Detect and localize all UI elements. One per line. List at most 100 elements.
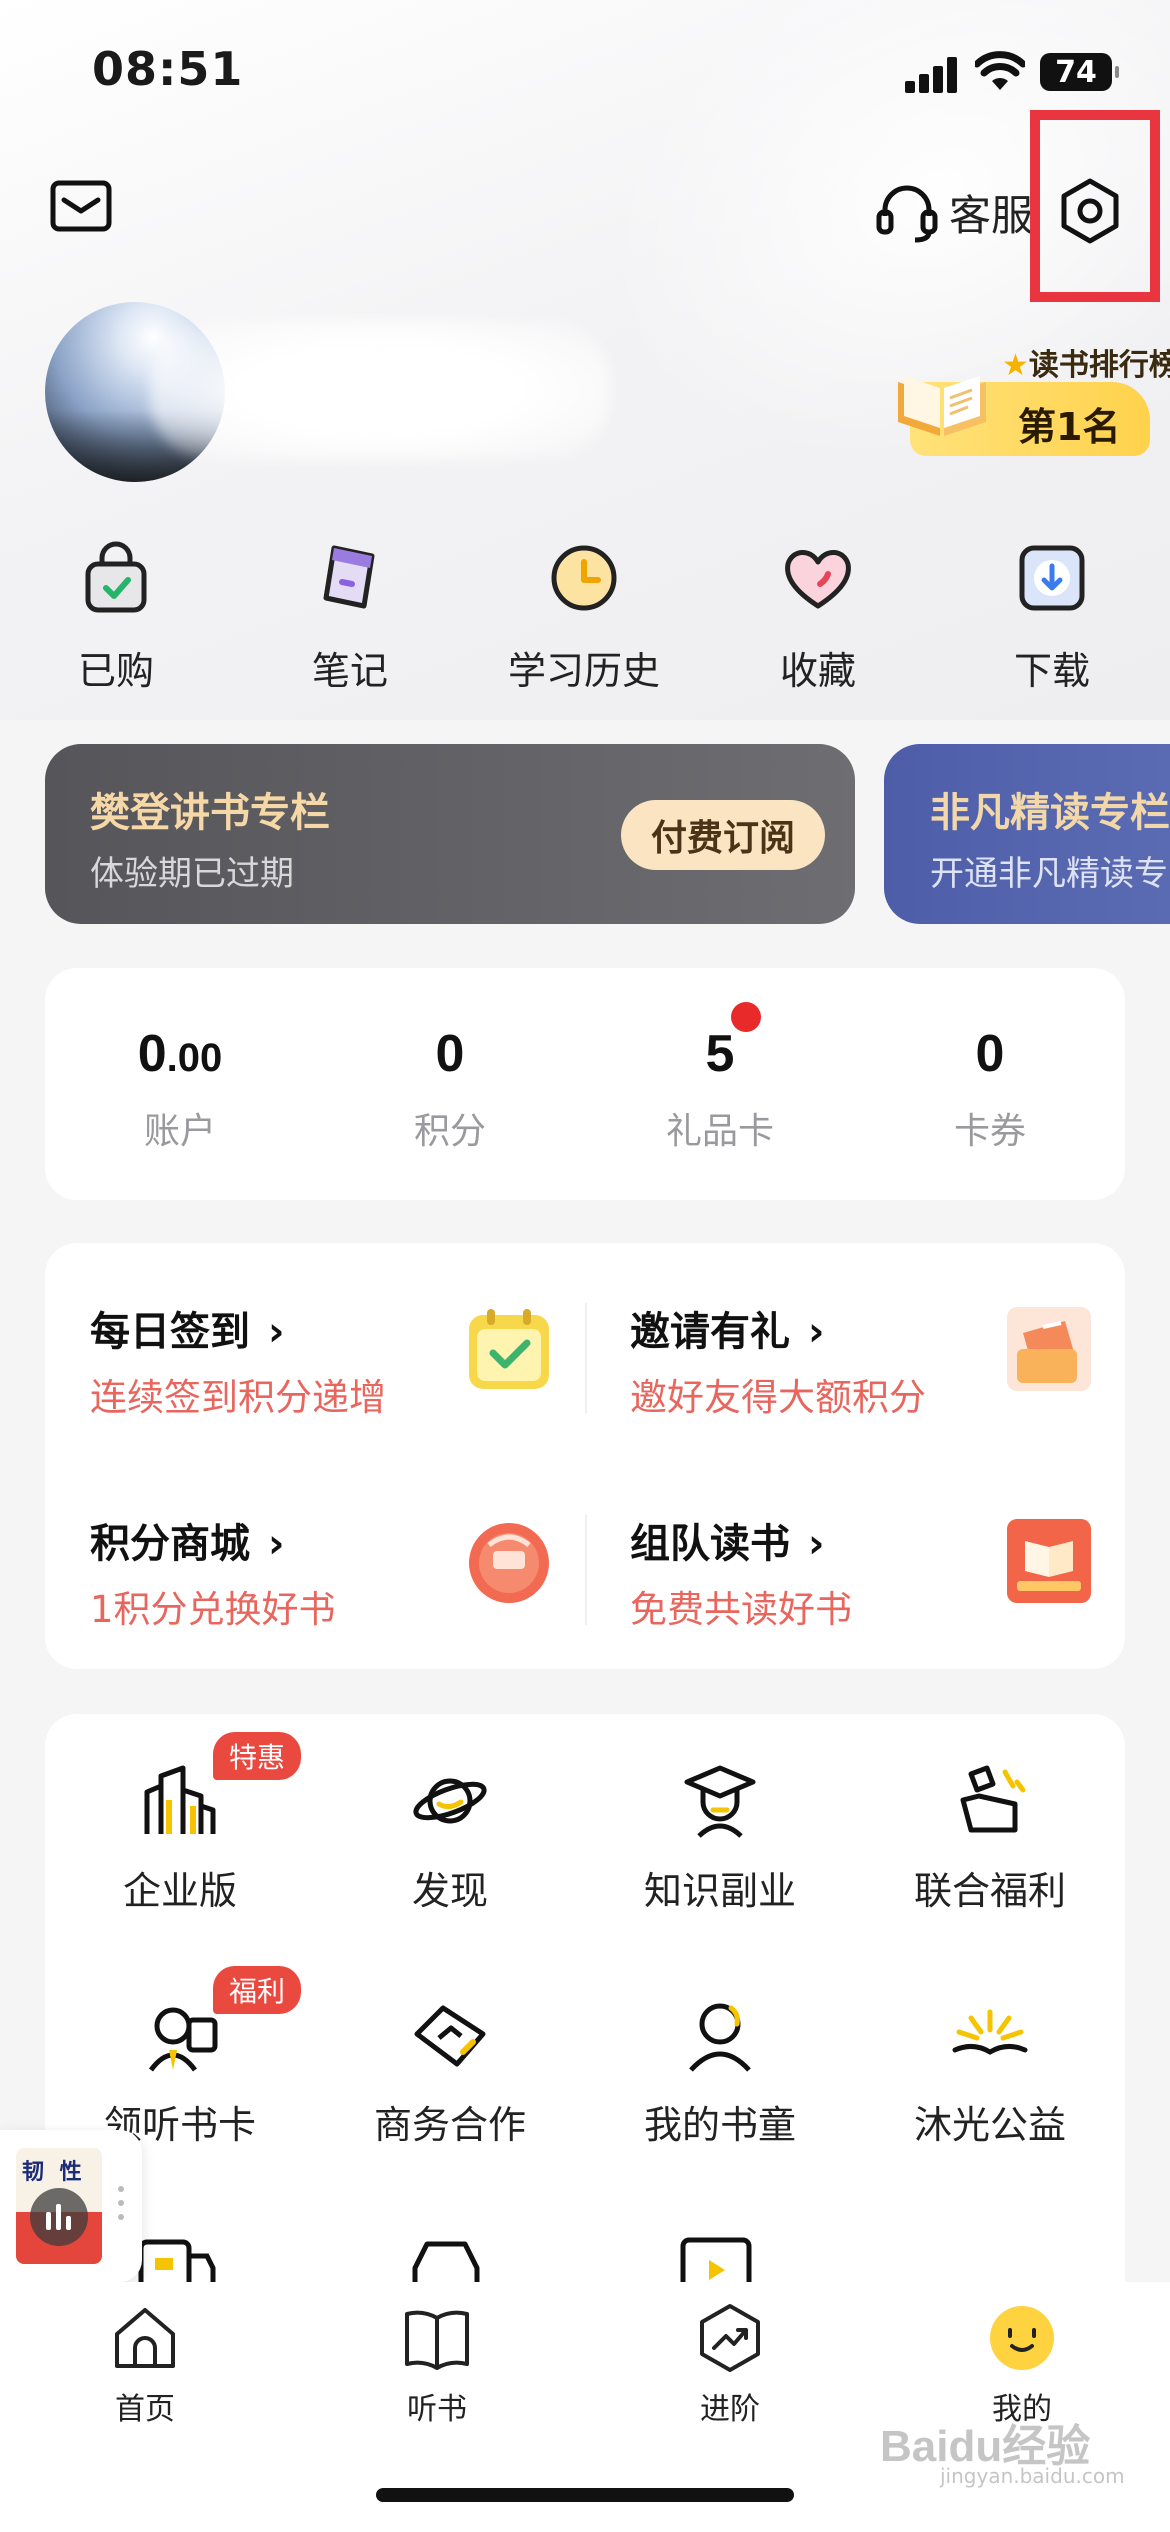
service-enterprise[interactable]: 企业版 特惠 [45,1732,315,1915]
task-title-text: 每日签到 [90,1309,250,1355]
promo-badge: 特惠 [213,1732,302,1780]
service-knowledge-sidejob[interactable]: 知识副业 [585,1760,855,1915]
username-redacted [150,320,610,460]
book-icon [405,2310,469,2370]
hand-card-icon [960,1765,1026,1833]
service-business[interactable]: 商务合作 [315,1994,585,2149]
calendar-check-icon [469,1309,549,1389]
quick-item-label: 笔记 [311,649,388,693]
mini-player-cover[interactable]: 韧 性 [16,2148,102,2264]
stat-label: 卡券 [953,1111,1026,1152]
service-claim-card[interactable]: 领听书卡 福利 [45,1966,315,2149]
account-stats-card: 0.00 账户 0 积分 5 礼品卡 0 卡券 [45,968,1125,1200]
tab-label: 进阶 [700,2392,760,2427]
subscribe-button[interactable]: 付费订阅 [620,800,825,870]
column-card-fandeng[interactable]: 樊登讲书专栏 体验期已过期 付费订阅 [45,744,855,924]
notification-dot [731,1002,761,1032]
task-title-text: 积分商城 [90,1521,250,1567]
task-subtitle: 1积分兑换好书 [90,1588,336,1631]
companion-icon [689,2003,751,2072]
shopping-bag-icon [85,541,147,613]
task-team-reading[interactable]: 组队读书 › 免费共读好书 [585,1455,1105,1635]
task-subtitle: 邀好友得大额积分 [630,1376,926,1419]
stat-label: 礼品卡 [665,1111,774,1152]
tab-label: 首页 [115,2392,175,2427]
heart-icon [785,550,851,609]
quick-item-label: 收藏 [779,649,856,693]
chevron-right-icon: › [268,1521,285,1567]
watermark-url: jingyan.baidu.com [940,2464,1125,2488]
handshake-icon [414,2005,486,2067]
tab-advance[interactable]: 进阶 [630,2302,830,2428]
sunrise-book-icon [952,2009,1028,2055]
stat-gift-cards[interactable]: 5 礼品卡 [585,1024,855,1154]
column-subtitle: 体验期已过期 [90,854,294,894]
column-title: 樊登讲书专栏 [90,790,330,836]
trend-hexagon-icon [700,2304,760,2372]
battery-indicator: 74 [1040,53,1119,91]
gift-voucher-icon [1007,1307,1091,1391]
stat-label: 积分 [413,1111,486,1152]
home-indicator[interactable] [376,2488,794,2502]
service-label: 联合福利 [913,1869,1066,1913]
download-icon [1019,545,1085,611]
stat-value: 0.00 [45,1024,315,1084]
service-joint-benefits[interactable]: 联合福利 [855,1760,1125,1915]
planet-icon [413,1778,487,1824]
reading-rank-badge[interactable]: ★读书排行榜 第1名 [890,340,1170,460]
quick-item-purchased[interactable]: 已购 [26,540,206,695]
stat-label: 账户 [143,1111,216,1152]
home-icon [115,2308,175,2368]
customer-service-button[interactable]: 客服 [875,180,1033,244]
task-daily-checkin[interactable]: 每日签到 › 连续签到积分递增 [45,1243,565,1423]
tab-label: 听书 [407,2392,467,2427]
book-stack-icon [1007,1519,1091,1603]
task-title: 邀请有礼 › [630,1299,824,1357]
person-card-icon [148,2007,218,2072]
service-charity[interactable]: 沐光公益 [855,1994,1125,2149]
rank-title-text: 读书排行榜 [1028,348,1170,383]
open-book-icon [898,376,986,436]
task-title-text: 邀请有礼 [630,1309,790,1355]
quick-item-label: 下载 [1013,649,1090,693]
task-title: 积分商城 › [90,1511,284,1569]
column-subtitle: 开通非凡精读专 [930,854,1168,894]
task-title: 每日签到 › [90,1299,284,1357]
customer-service-label: 客服 [949,190,1034,240]
task-invite[interactable]: 邀请有礼 › 邀好友得大额积分 [585,1243,1105,1423]
stat-coupons[interactable]: 0 卡券 [855,1024,1125,1154]
stat-points[interactable]: 0 积分 [315,1024,585,1154]
service-label: 发现 [411,1869,488,1913]
service-label: 知识副业 [643,1869,796,1913]
mini-player[interactable]: 韧 性 [0,2130,142,2282]
task-subtitle: 连续签到积分递增 [90,1376,386,1419]
quick-actions-row: 已购 笔记 学习历史 收藏 下载 [0,540,1170,700]
star-icon: ★ [1002,348,1029,383]
task-title-text: 组队读书 [630,1521,790,1567]
service-book-companion[interactable]: 我的书童 [585,1994,855,2149]
stat-account[interactable]: 0.00 账户 [45,1024,315,1154]
service-discover[interactable]: 发现 [315,1760,585,1915]
quick-item-notes[interactable]: 笔记 [260,540,440,695]
tab-home[interactable]: 首页 [45,2302,245,2428]
battery-level: 74 [1055,54,1097,90]
graduation-cap-icon [684,1765,756,1838]
mini-player-cover-title: 韧 性 [22,2159,86,2185]
promo-badge: 福利 [213,1966,302,2014]
quick-item-downloads[interactable]: 下载 [962,540,1142,695]
chevron-right-icon: › [808,1521,825,1567]
quick-item-favorites[interactable]: 收藏 [728,540,908,695]
column-card-feifan[interactable]: 非凡精读专栏 开通非凡精读专 [884,744,1170,924]
quick-item-history[interactable]: 学习历史 [494,540,674,695]
service-label: 商务合作 [373,2103,526,2147]
task-points-mall[interactable]: 积分商城 › 1积分兑换好书 [45,1455,565,1635]
stat-value-main: 0 [137,1025,167,1083]
mail-icon[interactable] [50,180,112,232]
status-bar: 08:51 74 [0,0,1170,150]
rewards-card: 每日签到 › 连续签到积分递增 邀请有礼 › 邀好友得大额积分 积分商城 › 1… [45,1243,1125,1669]
more-vertical-icon[interactable] [116,2186,126,2226]
wifi-icon [975,51,1025,90]
rank-place: 第1名 [1018,405,1121,449]
tab-listen[interactable]: 听书 [337,2302,537,2428]
task-subtitle: 免费共读好书 [630,1588,852,1631]
